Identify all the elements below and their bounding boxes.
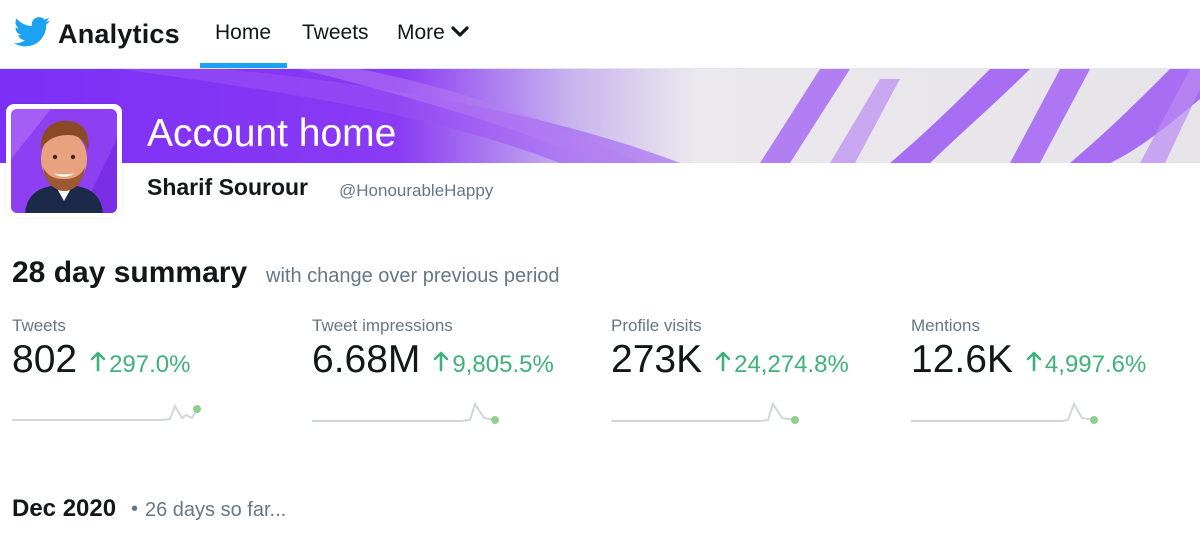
metric-profile-visits: Profile visits 273K 24,274.8% xyxy=(611,316,901,436)
metric-value: 802 xyxy=(12,338,78,381)
metric-change: 9,805.5% xyxy=(432,350,554,379)
metric-mentions: Mentions 12.6K 4,997.6% xyxy=(911,316,1200,436)
nav-tab-tweets[interactable]: Tweets xyxy=(302,21,369,45)
chevron-down-icon xyxy=(445,21,469,45)
metric-change-value: 297.0% xyxy=(109,351,191,378)
metric-label: Mentions xyxy=(911,316,980,335)
metric-tweets: Tweets 802 297.0% xyxy=(12,316,302,436)
arrow-up-icon xyxy=(714,350,734,379)
arrow-up-icon xyxy=(432,350,452,379)
summary-subheading: with change over previous period xyxy=(266,265,560,287)
metric-change-value: 9,805.5% xyxy=(452,351,554,378)
metric-change-value: 24,274.8% xyxy=(734,351,849,378)
profile-handle[interactable]: @HonourableHappy xyxy=(339,181,493,201)
metric-change: 297.0% xyxy=(89,350,190,379)
brand-title: Analytics xyxy=(58,18,180,49)
nav-more-label: More xyxy=(397,21,445,44)
page-title: Account home xyxy=(147,112,397,155)
metric-label: Tweet impressions xyxy=(312,316,453,335)
sparkline xyxy=(12,403,201,421)
metric-value: 273K xyxy=(611,338,703,381)
brand[interactable]: Analytics xyxy=(14,14,180,54)
metric-label: Profile visits xyxy=(611,316,702,335)
month-separator: • xyxy=(131,498,139,520)
profile-name: Sharif Sourour xyxy=(147,174,309,200)
metric-change: 24,274.8% xyxy=(714,350,849,379)
metric-value: 12.6K xyxy=(911,338,1013,381)
nav-tab-more[interactable]: More xyxy=(397,21,469,45)
avatar-image xyxy=(11,109,117,213)
metric-label: Tweets xyxy=(12,316,66,335)
month-subtitle: 26 days so far... xyxy=(145,499,287,521)
sparkline xyxy=(312,401,499,424)
metric-change-value: 4,997.6% xyxy=(1044,351,1147,378)
active-tab-indicator xyxy=(200,63,287,68)
month-title: Dec 2020 xyxy=(12,495,117,522)
sparkline xyxy=(911,401,1098,424)
arrow-up-icon xyxy=(1025,350,1045,379)
avatar[interactable] xyxy=(6,104,122,218)
sparkline xyxy=(611,401,799,424)
summary-heading: 28 day summary xyxy=(12,256,248,289)
metric-change: 4,997.6% xyxy=(1025,350,1146,379)
metric-tweet-impressions: Tweet impressions 6.68M 9,805.5% xyxy=(312,316,602,436)
arrow-up-icon xyxy=(89,350,109,379)
top-nav: Analytics Home Tweets More xyxy=(0,0,1200,69)
metric-value: 6.68M xyxy=(312,338,421,381)
nav-tab-home[interactable]: Home xyxy=(215,21,271,45)
twitter-bird-icon xyxy=(14,16,50,52)
